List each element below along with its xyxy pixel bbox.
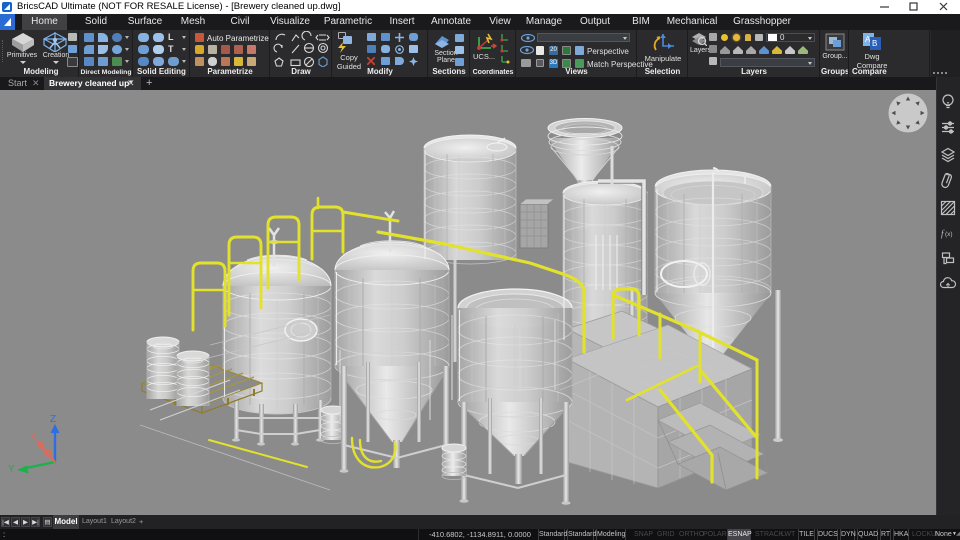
svg-text:Y: Y — [8, 464, 15, 475]
svg-text:B: B — [872, 39, 877, 48]
svg-text:Z: Z — [50, 414, 56, 425]
svg-text:X: X — [30, 432, 37, 443]
svg-text:(x): (x) — [945, 231, 953, 238]
